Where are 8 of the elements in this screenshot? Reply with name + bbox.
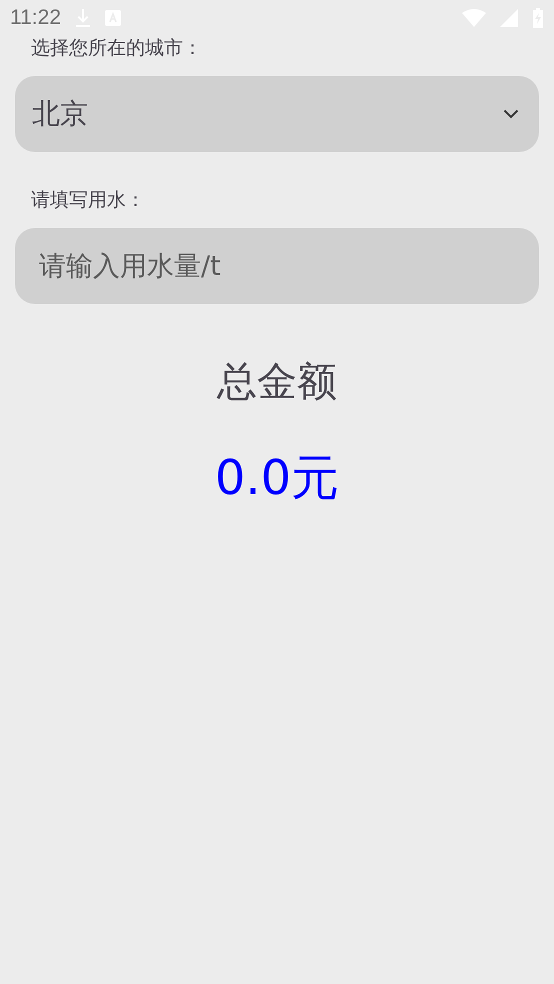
total-amount: 0.0元 — [214, 450, 340, 506]
status-time: 11:22 — [10, 6, 61, 30]
total-title: 总金额 — [217, 358, 337, 406]
water-input-field[interactable]: 请输入用水量/t — [15, 228, 539, 304]
chevron-down-icon — [503, 109, 519, 119]
water-label: 请填写用水： — [30, 188, 145, 212]
city-dropdown[interactable]: 北京 — [15, 76, 539, 152]
city-label: 选择您所在的城市： — [30, 36, 202, 60]
